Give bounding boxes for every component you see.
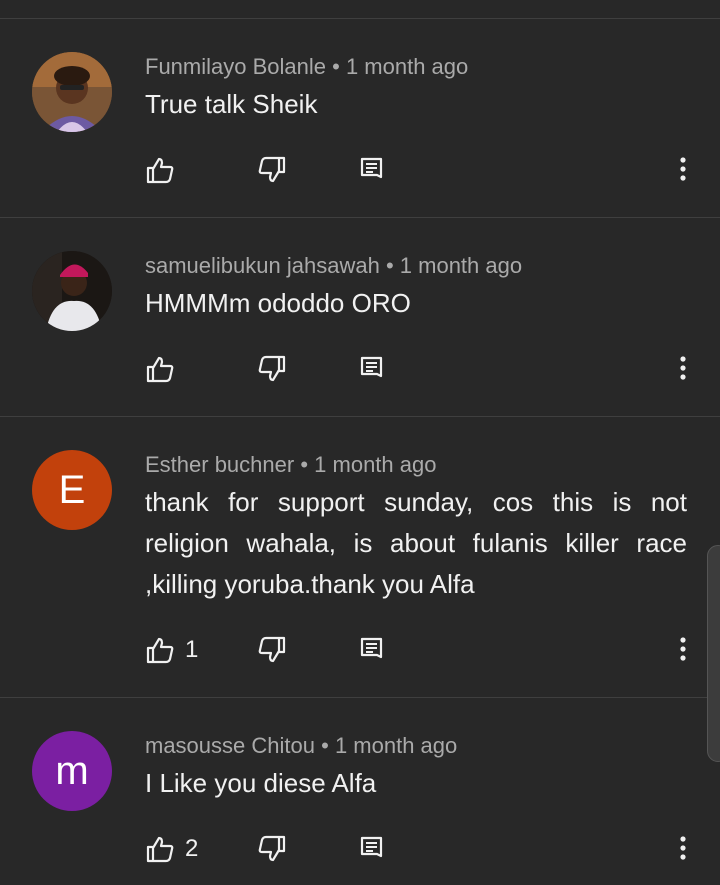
author-name[interactable]: Esther buchner bbox=[145, 452, 294, 477]
author-name[interactable]: masousse Chitou bbox=[145, 733, 315, 758]
thumbs-up-icon bbox=[146, 836, 174, 863]
comment-actions: 2 bbox=[0, 834, 720, 864]
timestamp[interactable]: 1 month ago bbox=[335, 733, 457, 758]
reply-button[interactable] bbox=[359, 155, 385, 185]
thumbs-down-icon bbox=[258, 156, 286, 183]
reply-icon bbox=[360, 836, 383, 858]
comment-meta: samuelibukun jahsawah • 1 month ago bbox=[145, 253, 522, 279]
dislike-button[interactable] bbox=[257, 354, 287, 384]
like-count: 2 bbox=[185, 835, 199, 862]
more-options-button[interactable] bbox=[676, 834, 690, 864]
comment-meta: Funmilayo Bolanle • 1 month ago bbox=[145, 54, 468, 80]
top-divider bbox=[0, 18, 720, 19]
thumbs-down-icon bbox=[258, 835, 286, 862]
avatar-photo bbox=[32, 251, 112, 331]
reply-button[interactable] bbox=[359, 354, 385, 384]
avatar[interactable]: m bbox=[32, 731, 112, 811]
dislike-button[interactable] bbox=[257, 834, 287, 864]
scrollbar-thumb[interactable] bbox=[707, 545, 720, 762]
more-vertical-icon bbox=[680, 157, 686, 181]
avatar-photo bbox=[32, 52, 112, 132]
like-button[interactable]: 2 bbox=[145, 834, 198, 864]
comment-text: True talk Sheik bbox=[145, 89, 318, 119]
comment-text: I Like you diese Alfa bbox=[145, 768, 377, 798]
author-name[interactable]: Funmilayo Bolanle bbox=[145, 54, 326, 79]
reply-icon bbox=[360, 356, 383, 378]
like-button[interactable] bbox=[145, 354, 185, 384]
timestamp[interactable]: 1 month ago bbox=[314, 452, 436, 477]
thumbs-down-icon bbox=[258, 355, 286, 382]
thumbs-up-icon bbox=[146, 157, 174, 184]
like-button[interactable]: 1 bbox=[145, 635, 198, 665]
timestamp[interactable]: 1 month ago bbox=[400, 253, 522, 278]
reply-button[interactable] bbox=[359, 635, 385, 665]
meta-separator: • bbox=[321, 733, 335, 758]
dislike-button[interactable] bbox=[257, 155, 287, 185]
more-vertical-icon bbox=[680, 637, 686, 661]
thumbs-up-icon bbox=[146, 637, 174, 664]
comment-actions bbox=[0, 155, 720, 185]
thumbs-up-icon bbox=[146, 356, 174, 383]
meta-separator: • bbox=[300, 452, 315, 477]
reply-button[interactable] bbox=[359, 834, 385, 864]
comment-divider bbox=[0, 697, 720, 698]
avatar[interactable]: E bbox=[32, 450, 112, 530]
comment-text: HMMMm ododdo ORO bbox=[145, 288, 411, 318]
thumbs-down-icon bbox=[258, 636, 286, 663]
comment-actions: 1 bbox=[0, 635, 720, 665]
more-vertical-icon bbox=[680, 356, 686, 380]
avatar-letter: m bbox=[55, 748, 89, 793]
meta-separator: • bbox=[385, 253, 400, 278]
meta-separator: • bbox=[332, 54, 346, 79]
comment-meta: masousse Chitou • 1 month ago bbox=[145, 733, 457, 759]
avatar-letter: E bbox=[58, 467, 86, 512]
author-name[interactable]: samuelibukun jahsawah bbox=[145, 253, 380, 278]
more-options-button[interactable] bbox=[676, 155, 690, 185]
comment-divider bbox=[0, 416, 720, 417]
reply-icon bbox=[360, 157, 383, 179]
comment-text: thank for support sunday, cos this is no… bbox=[145, 487, 687, 599]
comment-actions bbox=[0, 354, 720, 384]
more-vertical-icon bbox=[680, 836, 686, 860]
more-options-button[interactable] bbox=[676, 635, 690, 665]
reply-icon bbox=[360, 637, 383, 659]
like-count: 1 bbox=[185, 636, 199, 663]
like-button[interactable] bbox=[145, 155, 185, 185]
avatar[interactable] bbox=[32, 251, 112, 331]
timestamp[interactable]: 1 month ago bbox=[346, 54, 468, 79]
avatar[interactable] bbox=[32, 52, 112, 132]
comment-meta: Esther buchner • 1 month ago bbox=[145, 452, 436, 478]
dislike-button[interactable] bbox=[257, 635, 287, 665]
more-options-button[interactable] bbox=[676, 354, 690, 384]
comment-divider bbox=[0, 217, 720, 218]
